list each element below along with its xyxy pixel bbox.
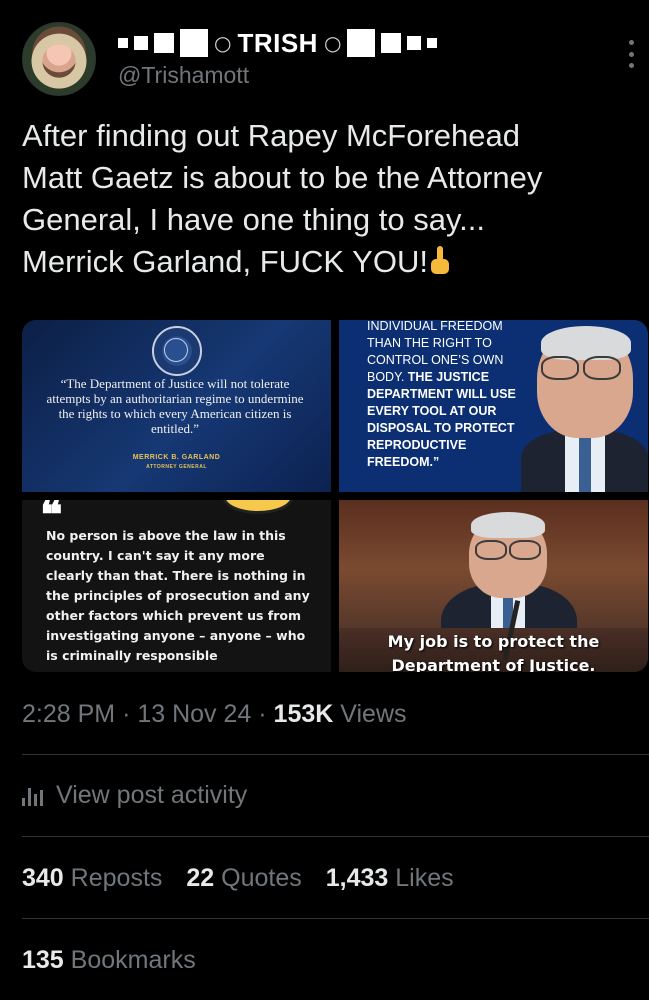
decorative-disc — [222, 500, 294, 514]
reposts-count: 340 — [22, 864, 64, 892]
bubbles-icon: ○ — [214, 31, 232, 55]
tweet-header: ○ TRISH ○ @Trishamott — [0, 0, 649, 110]
tweet-line: Merrick Garland, FUCK YOU! — [22, 241, 622, 283]
display-name[interactable]: ○ TRISH ○ — [118, 26, 438, 60]
separator: · — [258, 700, 267, 728]
decorative-square — [180, 29, 208, 57]
decorative-square — [134, 36, 148, 50]
more-options-icon[interactable] — [627, 40, 635, 68]
image-attribution-title: ATTORNEY GENERAL — [146, 464, 207, 470]
likes-stat[interactable]: 1,433 Likes — [326, 864, 454, 893]
quotes-stat[interactable]: 22 Quotes — [186, 864, 301, 893]
likes-label: Likes — [395, 864, 454, 892]
separator: · — [122, 700, 131, 728]
display-name-text: TRISH — [237, 27, 318, 58]
view-post-activity-button[interactable]: View post activity — [22, 781, 247, 810]
divider — [22, 754, 649, 755]
quotes-count: 22 — [186, 864, 215, 892]
media-image-3[interactable]: ❝ No person is above the law in this cou… — [22, 500, 331, 672]
user-handle[interactable]: @Trishamott — [118, 62, 249, 89]
tweet-line-text: Merrick Garland, FUCK YOU! — [22, 244, 428, 279]
middle-finger-emoji-icon — [428, 246, 452, 276]
tweet-line: General, I have one thing to say... — [22, 202, 485, 237]
image-caption: My job is to protect the Department of J… — [339, 630, 648, 672]
views-count: 153K — [273, 700, 334, 728]
avatar[interactable] — [22, 22, 96, 96]
post-metadata: 2:28 PM · 13 Nov 24 · 153K Views — [22, 700, 407, 729]
bubbles-icon: ○ — [323, 31, 342, 55]
bookmarks-stat[interactable]: 135 Bookmarks — [22, 946, 196, 975]
doj-seal-icon — [152, 326, 202, 376]
image-quote: No person is above the law in this count… — [46, 528, 310, 663]
bookmarks-label: Bookmarks — [70, 946, 196, 974]
divider — [22, 836, 649, 837]
quotes-label: Quotes — [221, 864, 302, 892]
tweet-line: After finding out Rapey McForehead — [22, 118, 520, 153]
decorative-square — [118, 38, 128, 48]
decorative-square — [381, 33, 402, 53]
view-post-activity-label: View post activity — [56, 781, 248, 809]
decorative-square — [427, 38, 438, 48]
analytics-icon — [22, 786, 44, 806]
image-caption-line: My job is to protect the — [387, 632, 600, 651]
engagement-stats: 340 Reposts 22 Quotes 1,433 Likes — [22, 864, 454, 893]
views-label: Views — [340, 700, 407, 728]
image-attribution: MERRICK B. GARLAND — [132, 454, 221, 461]
likes-count: 1,433 — [325, 864, 389, 892]
reposts-stat[interactable]: 340 Reposts — [22, 864, 162, 893]
media-grid: “The Department of Justice will not tole… — [22, 320, 648, 672]
decorative-square — [407, 36, 422, 50]
image-quote: INDIVIDUAL FREEDOM THAN THE RIGHT TO CON… — [367, 320, 517, 471]
person-photo — [517, 326, 648, 492]
tweet-text: After finding out Rapey McForehead Matt … — [22, 115, 622, 283]
post-date[interactable]: 13 Nov 24 — [137, 700, 251, 728]
image-caption-line: Department of Justice. — [391, 656, 596, 672]
divider — [22, 918, 649, 919]
media-image-2[interactable]: INDIVIDUAL FREEDOM THAN THE RIGHT TO CON… — [339, 320, 648, 492]
post-time[interactable]: 2:28 PM — [22, 700, 115, 728]
decorative-square — [347, 29, 376, 57]
reposts-label: Reposts — [70, 864, 163, 892]
tweet-line: Matt Gaetz is about to be the Attorney — [22, 160, 543, 195]
bookmarks-count: 135 — [22, 946, 64, 974]
media-image-4[interactable]: My job is to protect the Department of J… — [339, 500, 648, 672]
media-image-1[interactable]: “The Department of Justice will not tole… — [22, 320, 331, 492]
image-quote-bold: THE JUSTICE DEPARTMENT WILL USE EVERY TO… — [367, 370, 516, 469]
image-quote: “The Department of Justice will not tole… — [46, 376, 304, 436]
decorative-square — [154, 33, 174, 53]
